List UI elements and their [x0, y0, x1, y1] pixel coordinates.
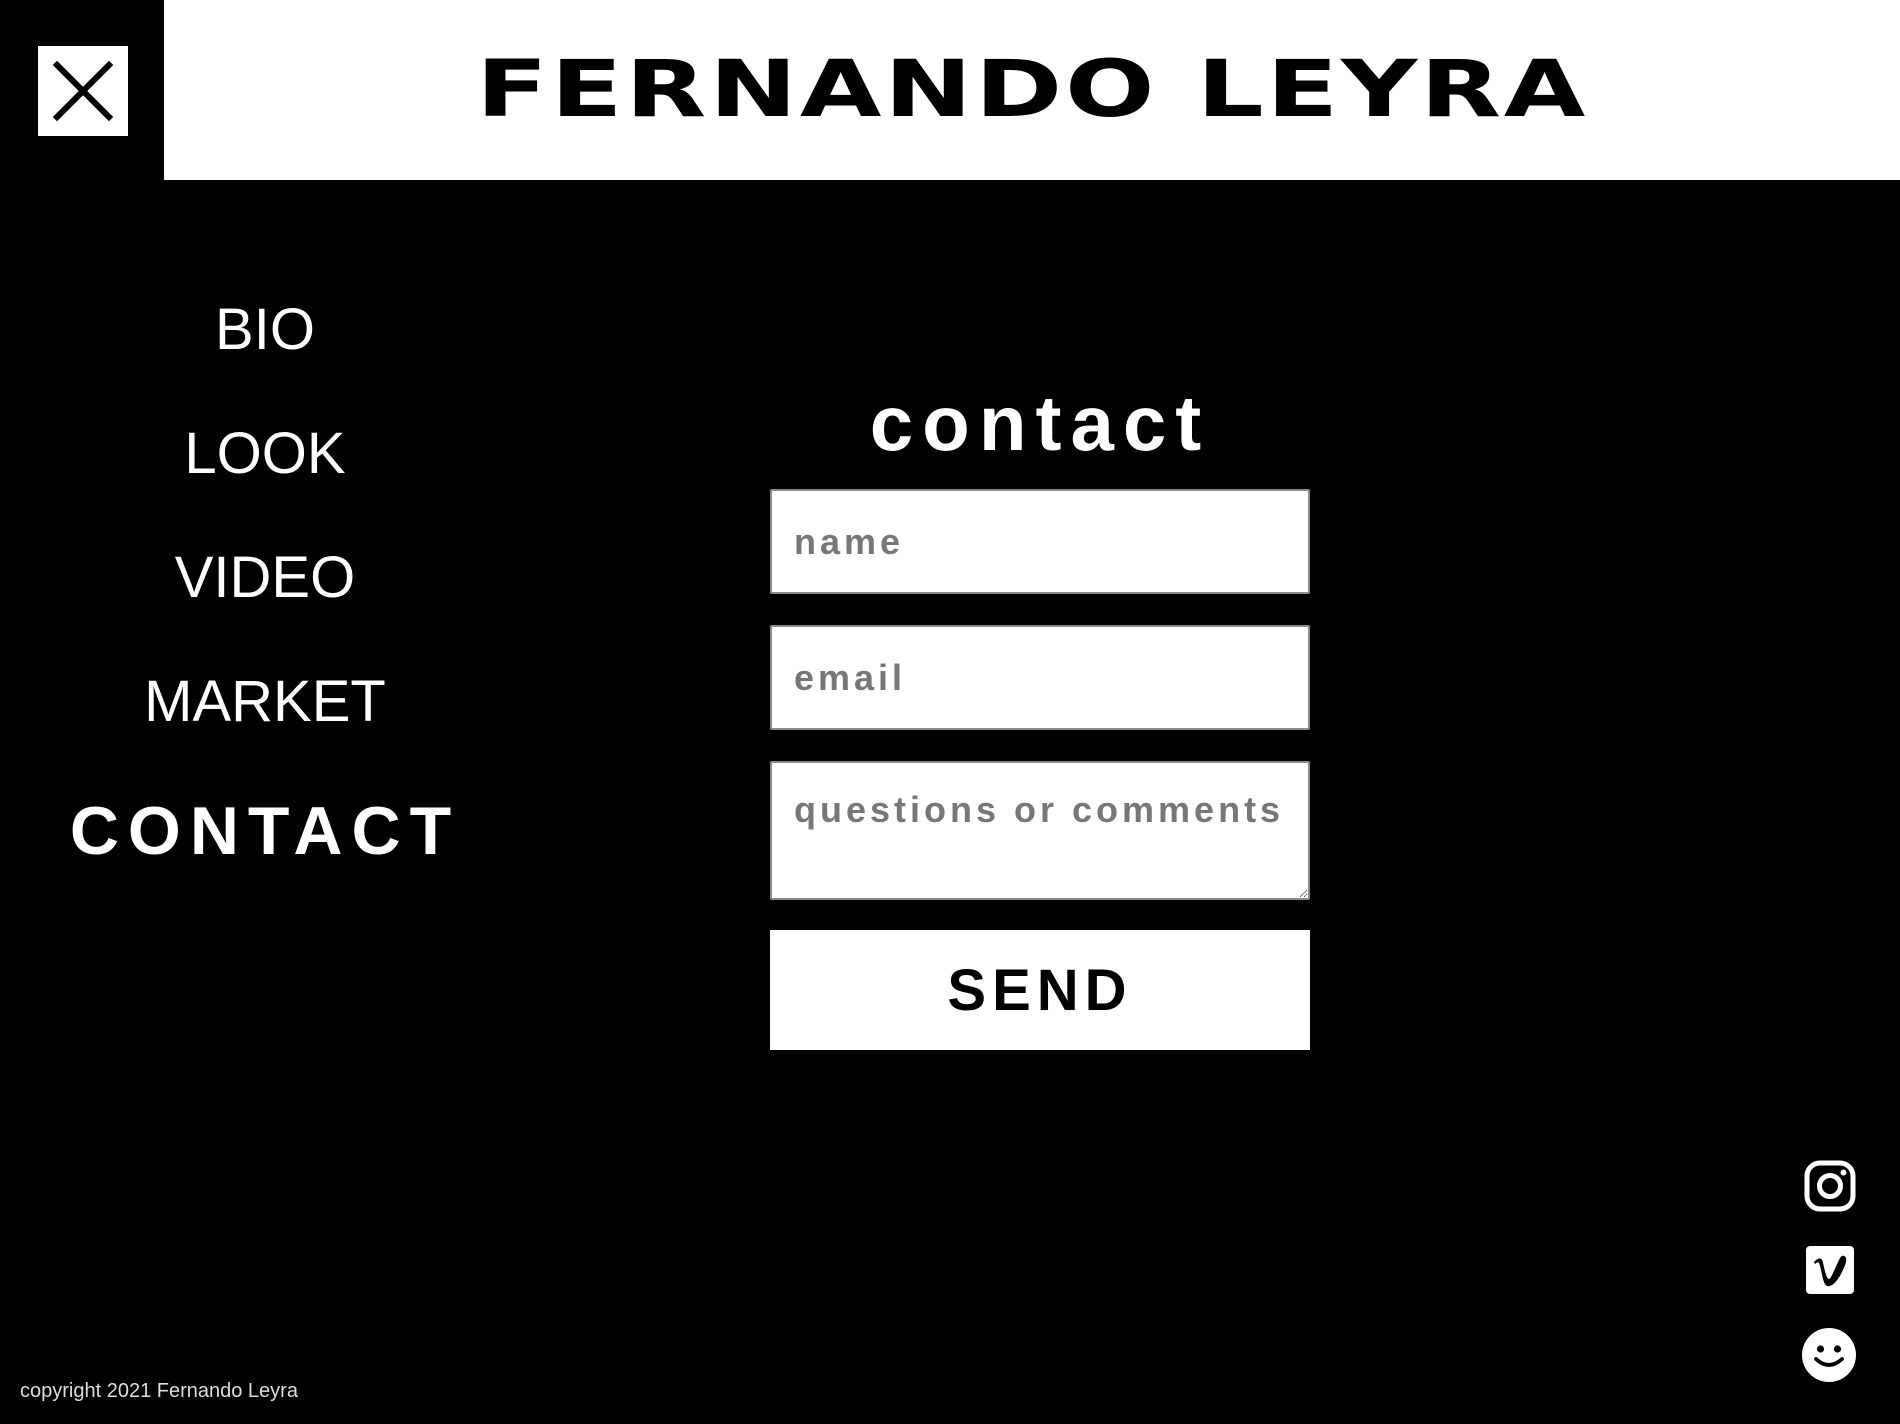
instagram-link[interactable]: [1804, 1160, 1856, 1212]
copyright-text: copyright 2021 Fernando Leyra: [20, 1380, 298, 1402]
smiley-icon: [1802, 1328, 1856, 1382]
nav-item-market[interactable]: MARKET: [0, 668, 530, 735]
nav-item-contact[interactable]: CONTACT: [0, 792, 530, 870]
close-menu-button[interactable]: [38, 46, 128, 136]
nav-item-video[interactable]: VIDEO: [0, 544, 530, 611]
comments-field[interactable]: [770, 761, 1310, 900]
site-title[interactable]: FERNANDO LEYRA: [0, 0, 1900, 180]
nav-item-bio[interactable]: BIO: [0, 296, 530, 363]
nav-item-look[interactable]: LOOK: [0, 420, 530, 487]
name-field[interactable]: [770, 489, 1310, 594]
close-icon: [52, 60, 114, 122]
instagram-icon: [1804, 1160, 1856, 1212]
vimeo-icon: [1806, 1246, 1854, 1294]
contact-title: contact: [869, 379, 1211, 467]
send-button[interactable]: SEND: [770, 930, 1310, 1050]
email-field[interactable]: [770, 625, 1310, 730]
smiley-link[interactable]: [1801, 1327, 1857, 1383]
page: FERNANDO LEYRA BIO LOOK VIDEO MARKET CON…: [0, 0, 1900, 1424]
header-bar: FERNANDO LEYRA: [164, 0, 1900, 180]
vimeo-link[interactable]: [1804, 1244, 1856, 1296]
